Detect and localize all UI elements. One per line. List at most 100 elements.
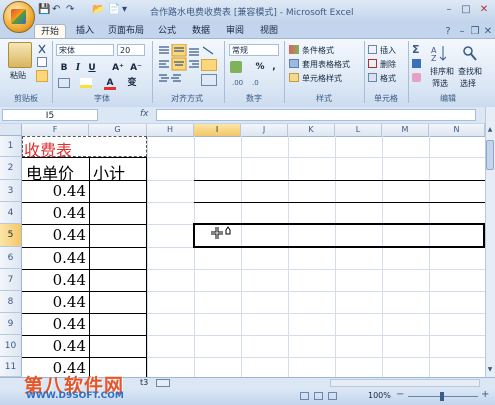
office-button[interactable] [3,1,35,33]
price-cell[interactable]: 0.44 [22,337,86,355]
cell-styles-button[interactable]: 单元格样式 [302,73,342,84]
row-header-11[interactable]: 11 [0,357,22,377]
new-icon[interactable]: 📄 [108,4,120,18]
gridline [147,136,148,377]
autosum-icon[interactable]: Σ [412,43,420,56]
zoom-in-button[interactable]: + [481,389,489,400]
row-header-3[interactable]: 3 [0,180,22,202]
name-box[interactable]: I5 [2,109,98,121]
italic-button[interactable]: I [72,62,84,74]
cut-icon[interactable] [37,44,47,54]
format-button[interactable]: 格式 [380,73,396,84]
sort-filter-icon[interactable]: AZ [431,44,447,63]
row-header-10[interactable]: 10 [0,335,22,357]
close-button[interactable]: ✕ [476,3,492,17]
row-header-7[interactable]: 7 [0,269,22,291]
price-cell[interactable]: 0.44 [22,226,86,244]
wrap-text-icon[interactable] [201,59,217,71]
scroll-down-icon[interactable]: ▼ [486,366,494,374]
column-header-h[interactable]: H [147,124,194,136]
format-as-table-button[interactable]: 套用表格格式 [302,59,350,70]
row-header-8[interactable]: 8 [0,291,22,313]
price-cell[interactable]: 0.44 [22,204,86,222]
zoom-slider-thumb[interactable] [440,392,444,401]
font-color-button[interactable]: A [104,77,116,90]
column-header-l[interactable]: L [335,124,382,136]
tab-insert[interactable]: 插入 [72,24,98,38]
font-size-select[interactable]: 20 [117,44,145,56]
row-header-6[interactable]: 6 [0,247,22,269]
qat-more-icon[interactable]: ▾ [122,4,127,18]
row-header-5[interactable]: 5 [0,224,22,247]
fill-icon[interactable] [412,59,421,68]
underline-button[interactable]: U [86,62,98,74]
insert-sheet-icon[interactable] [156,379,170,387]
zoom-level[interactable]: 100% [368,391,391,400]
decrease-decimal-icon[interactable]: .0 [252,77,266,87]
column-header-m[interactable]: M [382,124,429,136]
redo-icon[interactable]: ↷ [66,4,74,18]
formula-input[interactable] [156,109,476,121]
column-header-n[interactable]: N [429,124,485,136]
maximize-button[interactable]: □ [458,3,474,17]
tab-page-layout[interactable]: 页面布局 [104,24,148,38]
phonetic-button[interactable]: 变 [126,77,138,89]
horizontal-scrollbar[interactable] [330,379,480,387]
find-select-icon[interactable] [462,44,478,62]
bold-button[interactable]: B [58,62,70,74]
tab-review[interactable]: 审阅 [222,24,248,38]
border-icon[interactable] [58,78,70,88]
row-header-9[interactable]: 9 [0,313,22,335]
row-header-1[interactable]: 1 [0,136,22,157]
clear-icon[interactable] [412,73,421,82]
price-cell[interactable]: 0.44 [22,271,86,289]
font-name-select[interactable]: 宋体 [56,44,114,56]
row-header-2[interactable]: 2 [0,157,22,180]
page-break-view-icon[interactable] [328,392,337,400]
column-header-k[interactable]: K [288,124,335,136]
open-icon[interactable]: 📂 [92,4,104,18]
gridline [194,136,195,377]
tab-data[interactable]: 数据 [188,24,214,38]
minimize-button[interactable]: – [441,3,457,17]
sheet-tab[interactable]: t3 [140,378,148,387]
price-cell[interactable]: 0.44 [22,293,86,311]
currency-icon[interactable] [230,61,242,73]
column-header-f[interactable]: F [22,124,89,136]
shrink-font-button[interactable]: A⁻ [128,62,144,74]
scroll-up-icon[interactable]: ▲ [486,126,494,134]
percent-button[interactable]: % [254,61,266,73]
page-layout-view-icon[interactable] [314,392,323,400]
tab-home[interactable]: 开始 [34,24,66,39]
price-cell[interactable]: 0.44 [22,182,86,200]
comma-button[interactable]: , [268,61,280,73]
paste-icon[interactable] [8,42,32,68]
tab-formulas[interactable]: 公式 [154,24,180,38]
row-header-4[interactable]: 4 [0,202,22,224]
grow-font-button[interactable]: A⁺ [110,62,126,74]
insert-function-icon[interactable]: fx [140,109,149,119]
conditional-format-button[interactable]: 条件格式 [302,45,334,56]
column-header-j[interactable]: J [241,124,288,136]
save-icon[interactable]: 💾 [38,4,50,18]
tab-view[interactable]: 视图 [256,24,282,38]
ribbon-close-button[interactable]: ✕ [480,25,495,39]
undo-icon[interactable]: ↶ [52,4,60,18]
delete-button[interactable]: 删除 [380,59,396,70]
selection-range[interactable] [193,223,485,248]
scroll-thumb[interactable] [486,140,494,170]
copy-icon[interactable] [37,57,47,67]
increase-decimal-icon[interactable]: .00 [232,77,246,87]
normal-view-icon[interactable] [300,392,309,400]
insert-button[interactable]: 插入 [380,45,396,56]
column-header-i[interactable]: I [194,124,241,136]
fill-color-icon[interactable] [80,78,92,88]
price-cell[interactable]: 0.44 [22,315,86,333]
number-format-select[interactable]: 常规 [229,44,279,56]
merge-center-icon[interactable] [201,74,217,86]
price-cell[interactable]: 0.44 [22,249,86,267]
zoom-out-button[interactable]: − [396,389,404,400]
column-header-g[interactable]: G [89,124,147,136]
select-all-corner[interactable] [0,124,22,136]
format-painter-icon[interactable] [36,70,48,82]
